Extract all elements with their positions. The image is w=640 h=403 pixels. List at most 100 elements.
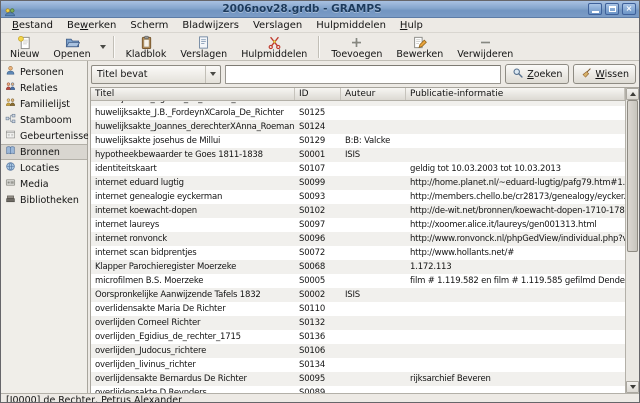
cell-titel: overlidensakte Maria De Richter (91, 304, 295, 314)
sidebar-item-gebeurtenissen[interactable]: Gebeurtenissen (1, 128, 87, 144)
openen-button[interactable]: Openen (46, 34, 97, 60)
sidebar-item-relaties[interactable]: Relaties (1, 80, 87, 96)
cell-titel: overlijdensakte Bernardus De Richter (91, 374, 295, 384)
table-row[interactable]: overlidensakte Maria De RichterS0110 (91, 302, 625, 316)
cell-id: S0134 (295, 360, 341, 370)
cell-titel: internet eduard lugtig (91, 178, 295, 188)
cell-publicatie: http://www.hollants.net/# (406, 248, 625, 258)
toevoegen-button[interactable]: Toevoegen (324, 34, 389, 60)
cell-auteur: ISIS (341, 290, 406, 300)
sidebar-item-locaties[interactable]: Locaties (1, 160, 87, 176)
table-row[interactable]: internet eduard lugtigS0099http://home.p… (91, 176, 625, 190)
menu-scherm[interactable]: Scherm (123, 20, 175, 31)
cell-titel: internet genealogie eyckerman (91, 192, 295, 202)
cell-titel: huwelijksakte_Joannes_derechterXAnna_Roe… (91, 122, 295, 132)
chevron-down-icon[interactable] (205, 66, 220, 83)
gramps-logo-icon (4, 3, 16, 15)
restore-button[interactable] (605, 3, 619, 15)
table-row[interactable]: overlijdensakte D.ReyndersS0089 (91, 386, 625, 393)
table-row[interactable]: huwelijksakte_Joannes_derechterXAnna_Roe… (91, 120, 625, 134)
cell-publicatie: http://members.chello.be/cr28173/genealo… (406, 192, 625, 202)
cell-publicatie: 1.172.113 (406, 262, 625, 272)
menu-hulpmiddelen[interactable]: Hulpmiddelen (309, 20, 393, 31)
table-row[interactable]: internet ronvonckS0096http://www.ronvonc… (91, 232, 625, 246)
vertical-scrollbar[interactable] (625, 88, 639, 393)
table-row[interactable]: huwelijksakte_J.B._FordeynXCarola_De_Ric… (91, 106, 625, 120)
verslagen-button[interactable]: Verslagen (173, 34, 234, 60)
kladblok-button[interactable]: Kladblok (119, 34, 174, 60)
menu-bewerken[interactable]: Bewerken (60, 20, 123, 31)
clear-button[interactable]: Wissen (573, 64, 636, 84)
scroll-down-icon[interactable] (626, 381, 639, 393)
search-input[interactable] (225, 65, 501, 84)
cell-id: S0068 (295, 262, 341, 272)
cell-publicatie: http://xoomer.alice.it/laureys/gen001313… (406, 220, 625, 230)
minimize-button[interactable] (588, 3, 602, 15)
cell-id: S0093 (295, 192, 341, 202)
table-row[interactable]: overlijden Corneel RichterS0132 (91, 316, 625, 330)
scroll-up-icon[interactable] (626, 88, 639, 100)
content-area: Titel bevat Zoeken Wissen (88, 61, 639, 393)
table-row[interactable]: overlijdensakte Bernardus De RichterS009… (91, 372, 625, 386)
sidebar-item-label: Relaties (20, 83, 58, 94)
nieuw-button[interactable]: Nieuw (3, 34, 46, 60)
hulpmiddelen-button[interactable]: Hulpmiddelen (234, 34, 314, 60)
table-row[interactable]: overlijden_livinus_richterS0134 (91, 358, 625, 372)
sidebar-item-personen[interactable]: Personen (1, 64, 87, 80)
menu-bestand[interactable]: Bestand (5, 20, 60, 31)
table-row[interactable]: identiteitskaartS0107geldig tot 10.03.20… (91, 162, 625, 176)
scrollbar-track[interactable] (626, 100, 639, 381)
sidebar: Personen Relaties Familielijst StamboomGebe… (1, 61, 88, 393)
table-row[interactable]: internet scan bidprentjesS0072http://www… (91, 246, 625, 260)
relations-icon (5, 81, 16, 95)
sidebar-item-stamboom[interactable]: Stamboom (1, 112, 87, 128)
reports-icon (196, 35, 211, 50)
table-row[interactable]: Oorspronkelijke Aanwijzende Tafels 1832S… (91, 288, 625, 302)
sources-table: Titel ID Auteur Publicatie-informatie hu… (90, 87, 639, 393)
table-row[interactable]: internet genealogie eyckermanS0093 http:/… (91, 190, 625, 204)
sidebar-item-label: Personen (20, 67, 64, 78)
table-row[interactable]: internet koewacht-dopenS0102http://de-wi… (91, 204, 625, 218)
column-header-auteur[interactable]: Auteur (341, 88, 406, 100)
cell-id: S0097 (295, 220, 341, 230)
cell-publicatie: http://de-wit.net/bronnen/koewacht-dopen… (406, 206, 625, 216)
sidebar-item-media[interactable]: Media (1, 176, 87, 192)
column-header-id[interactable]: ID (295, 88, 341, 100)
close-button[interactable]: × (622, 3, 636, 15)
titlebar[interactable]: 2006nov28.grdb - GRAMPS × (1, 1, 639, 18)
cell-titel: huwelijksakte josehus de Millui (91, 136, 295, 146)
scrollbar-thumb[interactable] (627, 100, 638, 252)
menu-hulp[interactable]: Hulp (393, 20, 430, 31)
table-row[interactable]: overlijden_Judocus_richtereS0106 (91, 344, 625, 358)
table-row[interactable]: overlijden_Egidius_de_rechter_1715S0136 (91, 330, 625, 344)
table-row[interactable]: Klapper Parochieregister MoerzekeS0068 1.… (91, 260, 625, 274)
cell-id: S0005 (295, 276, 341, 286)
cell-id: S0132 (295, 318, 341, 328)
column-header-publicatie[interactable]: Publicatie-informatie (406, 88, 625, 100)
column-header-titel[interactable]: Titel (91, 88, 295, 100)
cell-titel: internet laureys (91, 220, 295, 230)
sidebar-item-bronnen[interactable]: Bronnen (1, 144, 87, 160)
table-row[interactable]: hypotheekbewaarder te Goes 1811-1838S000… (91, 148, 625, 162)
sidebar-item-familielijst[interactable]: Familielijst (1, 96, 87, 112)
table-row[interactable]: huwelijksakte josehus de MilluiS0129B:B:… (91, 134, 625, 148)
cell-titel: microfilmen B.S. Moerzeke (91, 276, 295, 286)
toevoegen-button-label: Toevoegen (331, 50, 382, 60)
table-row[interactable]: internet laureysS0097 http://xoomer.alice… (91, 218, 625, 232)
sidebar-item-bibliotheken[interactable]: Bibliotheken (1, 192, 87, 208)
sidebar-item-label: Familielijst (20, 99, 70, 110)
verwijderen-button[interactable]: Verwijderen (450, 34, 520, 60)
cell-auteur: B:B: Valcke (341, 136, 406, 146)
cell-auteur: ISIS (341, 150, 406, 160)
table-row[interactable]: microfilmen B.S. MoerzekeS0005film # 1.1… (91, 274, 625, 288)
menu-verslagen[interactable]: Verslagen (246, 20, 309, 31)
openen-dropdown-button[interactable] (98, 34, 109, 60)
gramps-window: 2006nov28.grdb - GRAMPS × BestandBewerke… (0, 0, 640, 403)
menu-bladwijzers[interactable]: Bladwijzers (175, 20, 246, 31)
filter-field-select[interactable]: Titel bevat (91, 65, 221, 84)
add-icon (349, 35, 364, 50)
cell-titel: huwelijksakte_J.B._FordeynXCarola_De_Ric… (91, 108, 295, 118)
search-button[interactable]: Zoeken (505, 64, 569, 84)
bewerken-button[interactable]: Bewerken (389, 34, 450, 60)
cell-titel: Klapper Parochieregister Moerzeke (91, 262, 295, 272)
